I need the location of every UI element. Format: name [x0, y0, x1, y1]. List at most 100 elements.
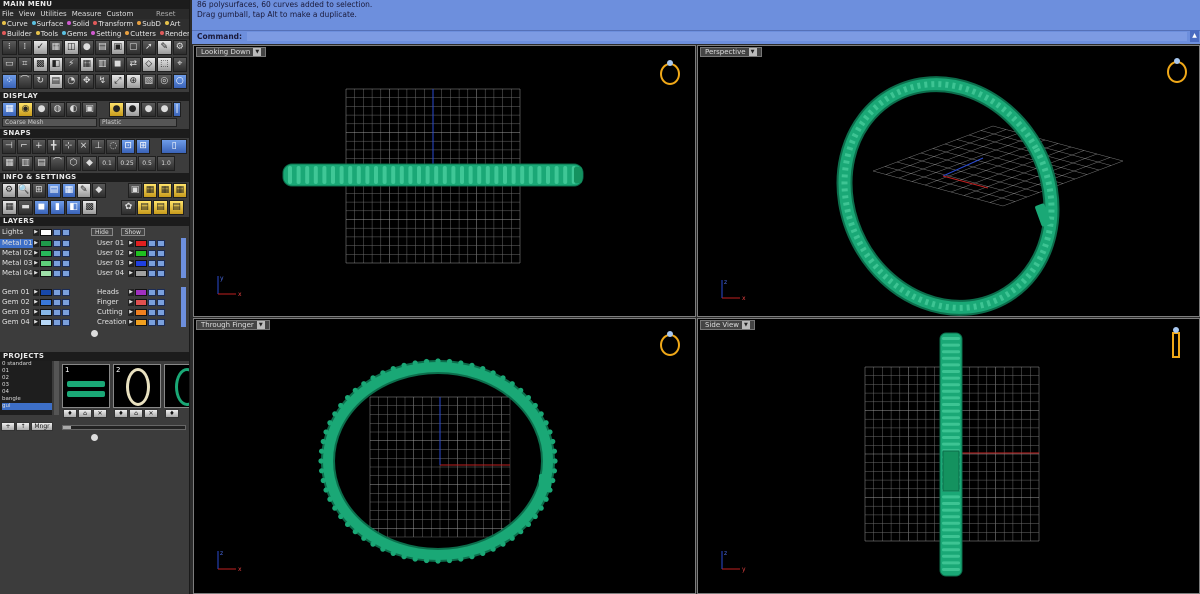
lights-expand-icon[interactable]: ▶ [33, 228, 39, 236]
viewport-through-finger[interactable]: zx Through Finger ▼ [193, 318, 696, 594]
pattern-view-icon[interactable]: ▩ [82, 200, 97, 215]
layer-expand-icon[interactable]: ▶ [33, 288, 39, 296]
pin-tool-icon[interactable]: ⌖ [172, 57, 187, 72]
tab-render[interactable]: Render [159, 29, 189, 39]
snap-vertex-icon[interactable]: ◆ [82, 156, 97, 171]
camera-icon[interactable]: ▦ [61, 183, 76, 198]
chevron-down-icon[interactable]: ▼ [253, 48, 262, 56]
projects-list[interactable]: 0 standard 01 02 03 04 bangle gul [0, 361, 52, 415]
tab-transform[interactable]: Transform [93, 19, 133, 29]
manager-button[interactable]: Mngr [31, 422, 53, 431]
check-tool-icon[interactable]: ✓ [33, 40, 48, 55]
chevron-down-icon[interactable]: ▼ [741, 321, 750, 329]
grid-view-icon[interactable]: ▦ [2, 200, 17, 215]
layer-lock-icon[interactable] [53, 259, 61, 267]
viewport-perspective[interactable]: zx Perspective ▼ [697, 45, 1200, 317]
layer-visible-icon[interactable] [157, 308, 165, 316]
layer-color-swatch[interactable] [40, 308, 52, 316]
layer-color-swatch[interactable] [40, 288, 52, 296]
layer-name[interactable]: Metal 04 [0, 269, 33, 278]
box-tool-icon[interactable]: ▢ [126, 40, 141, 55]
layer-name[interactable]: Finger [95, 298, 128, 307]
layer-expand-icon[interactable]: ▶ [128, 269, 134, 277]
grid-tool-icon[interactable]: ▦ [48, 40, 63, 55]
snap-value-1[interactable]: 0.1 [98, 156, 116, 171]
layer-name[interactable]: Creation [95, 318, 128, 327]
split-tool-icon[interactable]: ▥ [95, 57, 110, 72]
display-scroll-icon[interactable]: | [173, 102, 181, 117]
layer-lock-icon[interactable] [53, 288, 61, 296]
sphere-tool-icon[interactable]: ● [79, 40, 94, 55]
tab-setting[interactable]: Setting [91, 29, 121, 39]
bar-view-icon[interactable]: ▬ [18, 200, 33, 215]
layer-expand-icon[interactable]: ▶ [128, 318, 134, 326]
line-tool-icon[interactable]: ⁞ [17, 40, 32, 55]
snap-value-3[interactable]: 0.5 [138, 156, 156, 171]
layer-lock-icon[interactable] [53, 269, 61, 277]
bolt-tool-icon[interactable]: ⚡ [64, 57, 79, 72]
snap-quad-icon[interactable]: ⊡ [121, 139, 136, 154]
project-item[interactable]: 01 [2, 368, 52, 375]
layer-expand-icon[interactable]: ▶ [33, 239, 39, 247]
array-tool-icon[interactable]: ▦ [79, 57, 94, 72]
layer-visible-icon[interactable] [157, 239, 165, 247]
render-setting-2-icon[interactable]: ▦ [157, 183, 172, 198]
thumbnail-merge-button[interactable]: ⌂ [129, 409, 143, 418]
cube-tool-icon[interactable]: ◼ [110, 57, 125, 72]
snap-ortho-icon[interactable]: ▥ [18, 156, 33, 171]
lights-visible-icon[interactable] [62, 228, 70, 236]
menu-measure[interactable]: Measure [72, 9, 102, 19]
layer-color-swatch[interactable] [40, 269, 52, 277]
tool-view-2-icon[interactable]: ▤ [153, 200, 168, 215]
doc-tool-icon[interactable]: ▤ [48, 74, 63, 89]
layer-lock-icon[interactable] [148, 298, 156, 306]
layer-visible-icon[interactable] [62, 318, 70, 326]
thumbnail-scrollbar[interactable] [62, 425, 186, 430]
layer-color-swatch[interactable] [40, 298, 52, 306]
layer-lock-icon[interactable] [53, 239, 61, 247]
project-item[interactable]: 02 [2, 375, 52, 382]
viewport-looking-down[interactable]: yx Looking Down ▼ [193, 45, 696, 317]
arrow-tool-icon[interactable]: ➚ [141, 40, 156, 55]
command-input[interactable] [247, 32, 1187, 41]
layer-lock-icon[interactable] [148, 239, 156, 247]
tool-view-1-icon[interactable]: ▤ [137, 200, 152, 215]
layer-color-swatch[interactable] [40, 318, 52, 326]
layer-lock-icon[interactable] [53, 298, 61, 306]
add-project-button[interactable]: + [1, 422, 15, 431]
mesh-select[interactable]: Coarse Mesh [2, 118, 97, 127]
scale-tool-icon[interactable]: ⤢ [110, 74, 125, 89]
project-thumbnail-3[interactable] [164, 364, 189, 408]
edit-icon[interactable]: ✎ [76, 183, 91, 198]
tab-cutters[interactable]: Cutters [125, 29, 156, 39]
rotate-tool-icon[interactable]: ↻ [33, 74, 48, 89]
layer-color-swatch[interactable] [40, 259, 52, 267]
layer-expand-icon[interactable]: ▶ [33, 298, 39, 306]
tab-gems[interactable]: Gems [62, 29, 87, 39]
boolean-tool-icon[interactable]: ⊕ [126, 74, 141, 89]
project-thumbnail-1[interactable]: 1 [62, 364, 110, 408]
select-tool-icon[interactable]: ◫ [64, 40, 79, 55]
layer-color-swatch[interactable] [135, 288, 147, 296]
hide-button[interactable]: Hide [91, 228, 113, 236]
snap-perp-icon[interactable]: ⊥ [91, 139, 106, 154]
points-tool-icon[interactable]: ⁝ [2, 40, 17, 55]
thumbnail-load-button[interactable]: ♦ [165, 409, 179, 418]
snap-value-2[interactable]: 0.25 [117, 156, 137, 171]
projects-list-scrollbar[interactable] [54, 361, 59, 415]
front-view-canvas[interactable]: zx [194, 319, 696, 594]
layer-lock-icon[interactable] [53, 308, 61, 316]
render-info-icon[interactable]: ▣ [128, 183, 143, 198]
render-setting-3-icon[interactable]: ▦ [172, 183, 187, 198]
layer-expand-icon[interactable]: ▶ [33, 259, 39, 267]
material-icon[interactable]: ◐ [66, 102, 81, 117]
collapse-icon[interactable] [91, 330, 98, 337]
layer-lock-icon[interactable] [53, 318, 61, 326]
gold-material-icon[interactable]: ● [109, 102, 124, 117]
tube-tool-icon[interactable]: ◎ [157, 74, 172, 89]
tab-surface[interactable]: Surface [31, 19, 63, 29]
layer-expand-icon[interactable]: ▶ [128, 308, 134, 316]
thumbnail-merge-button[interactable]: ⌂ [78, 409, 92, 418]
crop-tool-icon[interactable]: ⌗ [17, 57, 32, 72]
brush-tool-icon[interactable]: ✎ [157, 40, 172, 55]
